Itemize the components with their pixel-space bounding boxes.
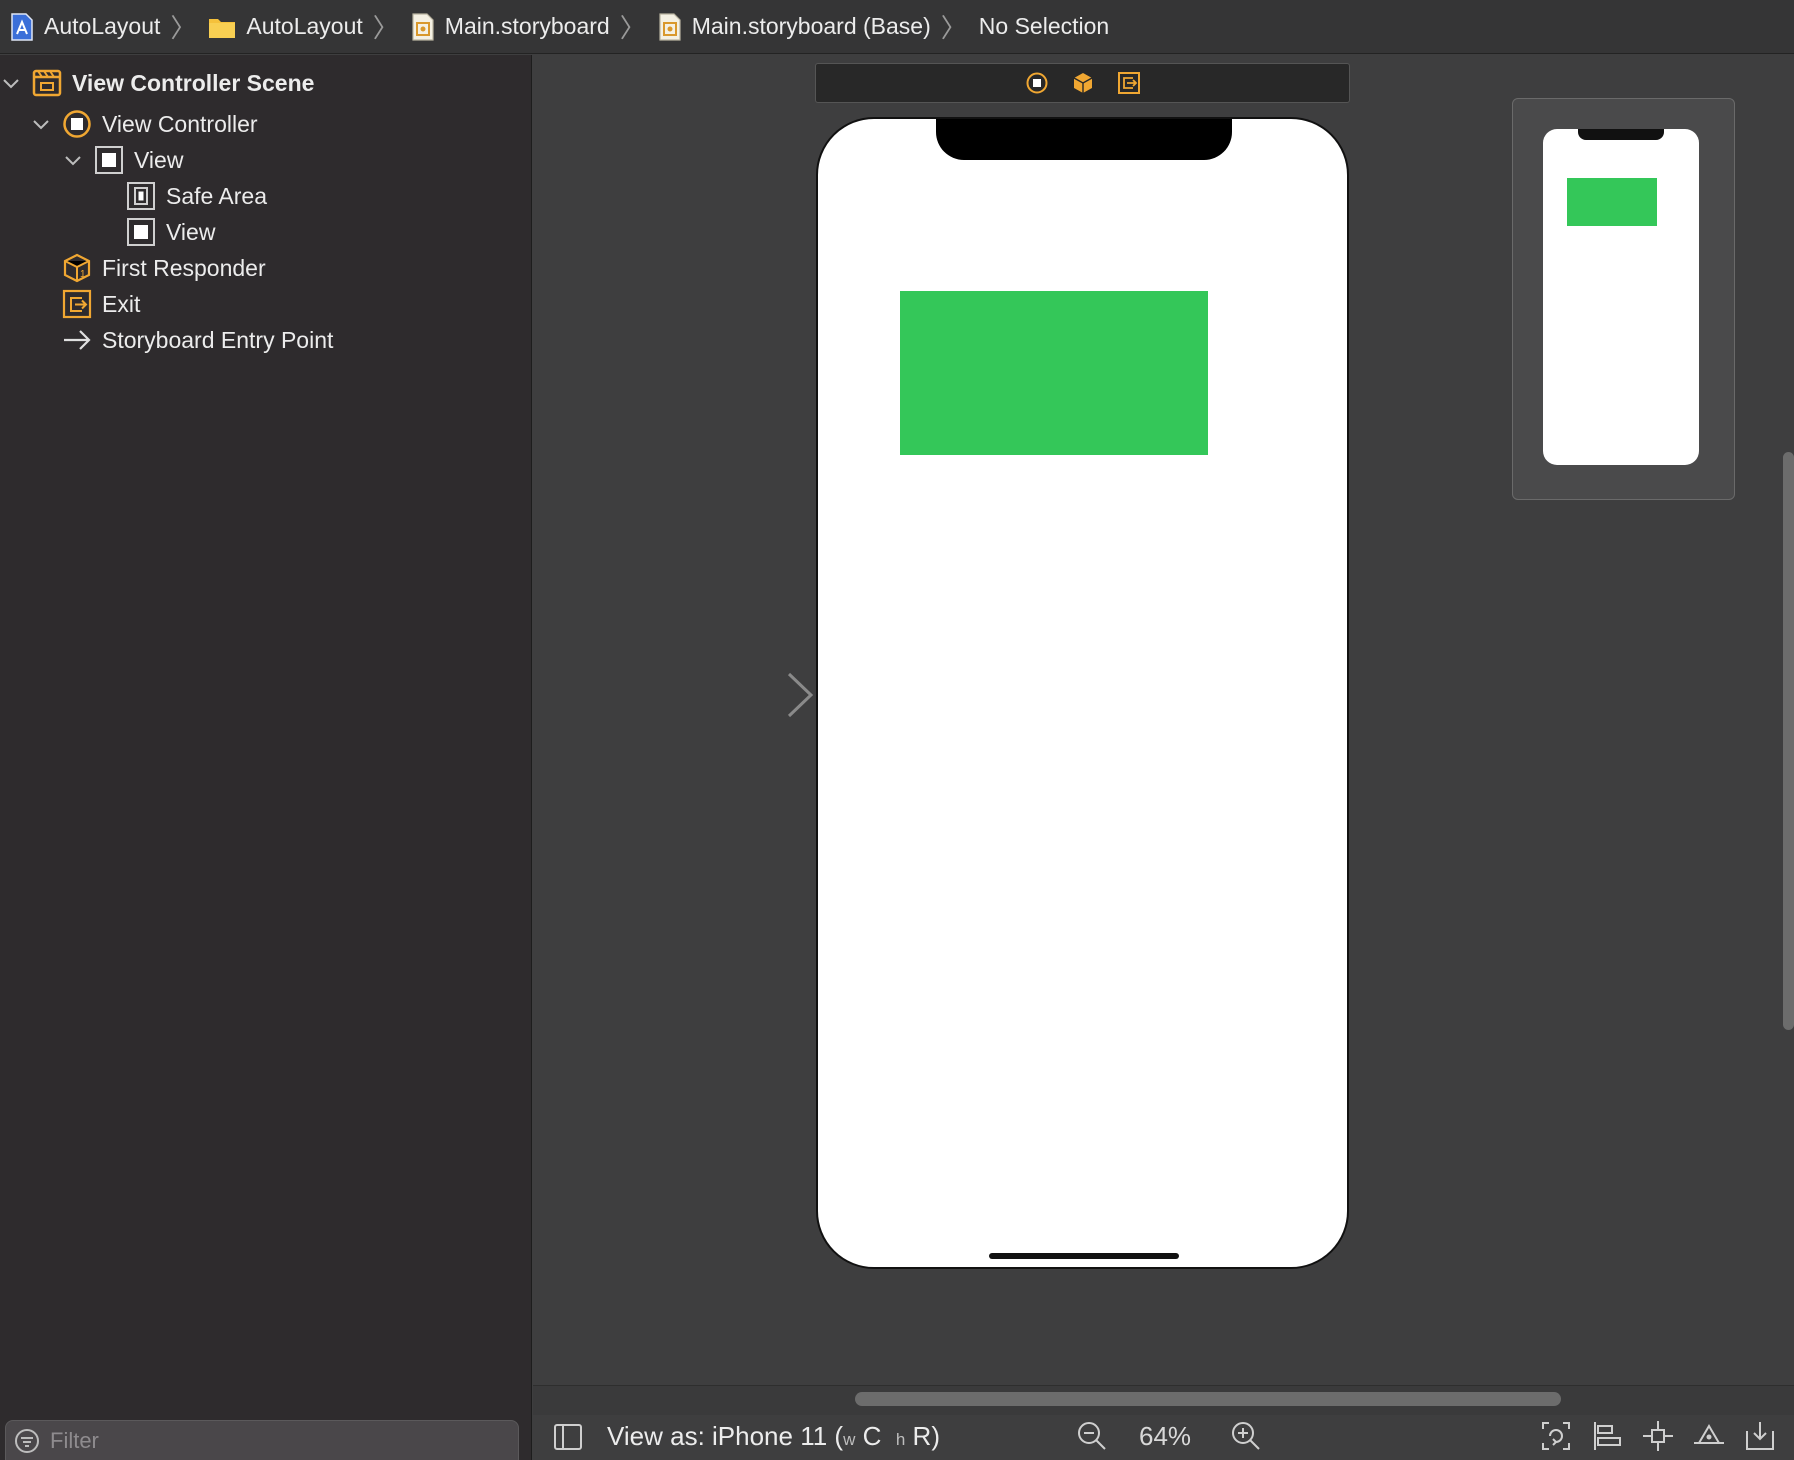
outline-label: Safe Area — [166, 182, 268, 209]
outline-row-scene[interactable]: View Controller Scene — [0, 69, 314, 97]
chevron-down-icon[interactable] — [30, 113, 52, 135]
vertical-scrollbar[interactable] — [1783, 452, 1794, 1030]
outline-row-view[interactable]: View — [62, 145, 183, 175]
breadcrumb-item-storyboard[interactable]: Main.storyboard — [411, 12, 610, 42]
outline-row-entry-point[interactable]: Storyboard Entry Point — [62, 325, 333, 355]
iphone-view-controller-frame[interactable] — [816, 117, 1349, 1269]
canvas-bottom-bar: View as: iPhone 11 (w C h R) 64% — [533, 1415, 1794, 1460]
breadcrumb-item-selection[interactable]: No Selection — [979, 13, 1109, 40]
storyboard-file-icon — [659, 12, 681, 41]
device-notch — [936, 119, 1232, 160]
outline-row-subview[interactable]: View — [126, 217, 215, 247]
filter-icon — [15, 1428, 39, 1453]
outline-row-view-controller[interactable]: View Controller — [30, 109, 258, 139]
outline-label: First Responder — [102, 254, 266, 281]
scene-dock — [815, 63, 1350, 103]
height-class: R — [912, 1421, 932, 1451]
height-class-letter: h — [895, 1430, 906, 1449]
breadcrumb-label: AutoLayout — [44, 13, 161, 39]
minimap-notch — [1578, 129, 1664, 140]
canvas-minimap[interactable] — [1512, 98, 1735, 500]
view-icon — [127, 218, 155, 246]
chevron-right-icon: 〉 — [372, 13, 399, 43]
outline-label: View Controller — [102, 110, 258, 137]
exit-icon — [62, 289, 92, 319]
horizontal-scrollbar[interactable] — [855, 1392, 1561, 1406]
chevron-down-icon[interactable] — [0, 72, 22, 94]
first-responder-icon[interactable] — [1071, 71, 1095, 95]
scene-icon — [32, 69, 62, 97]
document-outline: View Controller Scene View Controller Vi… — [0, 55, 532, 1460]
chevron-right-icon: 〉 — [170, 13, 197, 43]
zoom-level: 64% — [1139, 1421, 1192, 1451]
svg-text:1: 1 — [80, 269, 86, 280]
chevron-down-icon[interactable] — [62, 149, 84, 171]
chevron-right-icon: 〉 — [940, 13, 967, 43]
outline-row-first-responder[interactable]: 1 First Responder — [62, 253, 266, 283]
outline-row-safe-area[interactable]: Safe Area — [126, 181, 267, 211]
breadcrumb-item-storyboard-base[interactable]: Main.storyboard (Base) — [658, 12, 931, 42]
view-as-suffix: ) — [931, 1421, 940, 1451]
zoom-out-icon[interactable] — [1075, 1419, 1109, 1453]
breadcrumb-label: Main.storyboard (Base) — [691, 13, 931, 39]
breadcrumb-label: No Selection — [978, 13, 1110, 39]
view-as-device-button[interactable]: View as: iPhone 11 (w C h R) — [607, 1421, 940, 1452]
storyboard-file-icon — [412, 12, 434, 41]
green-subview[interactable] — [900, 291, 1208, 455]
view-icon — [95, 146, 123, 174]
width-class: C — [862, 1421, 882, 1451]
arrow-right-icon — [64, 330, 91, 350]
breadcrumb-label: Main.storyboard — [444, 13, 610, 39]
view-controller-icon[interactable] — [1025, 71, 1049, 95]
first-responder-icon: 1 — [63, 253, 91, 283]
minimap-phone — [1543, 129, 1699, 465]
home-indicator — [989, 1253, 1179, 1259]
outline-row-exit[interactable]: Exit — [62, 289, 140, 319]
outline-label: Exit — [102, 290, 141, 317]
embed-in-icon[interactable] — [1743, 1419, 1777, 1453]
breadcrumb-item-folder[interactable]: AutoLayout — [208, 13, 363, 40]
outline-label: View — [134, 146, 184, 173]
folder-icon — [209, 18, 236, 38]
jump-bar: AutoLayout 〉 AutoLayout 〉 Main.storyboar… — [0, 0, 1794, 54]
chevron-right-icon: 〉 — [619, 13, 646, 43]
safe-area-icon — [127, 182, 155, 210]
filter-placeholder: Filter — [50, 1427, 99, 1453]
view-controller-icon — [63, 110, 91, 138]
view-as-prefix: View as: iPhone 11 ( — [607, 1421, 844, 1451]
align-icon[interactable] — [1590, 1419, 1624, 1453]
filter-field[interactable]: Filter — [5, 1420, 519, 1460]
resolve-issues-icon[interactable] — [1692, 1419, 1726, 1453]
width-class-letter: w — [843, 1430, 856, 1449]
outline-label: Storyboard Entry Point — [102, 326, 334, 353]
update-frames-icon[interactable] — [1539, 1419, 1573, 1453]
zoom-in-icon[interactable] — [1229, 1419, 1263, 1453]
entry-point-arrow-icon[interactable] — [685, 670, 815, 720]
add-constraints-icon[interactable] — [1641, 1419, 1675, 1453]
outline-label: View — [166, 218, 216, 245]
breadcrumb-item-project[interactable]: AutoLayout — [10, 12, 160, 42]
project-file-icon — [11, 12, 33, 41]
exit-icon[interactable] — [1117, 71, 1141, 95]
breadcrumb-label: AutoLayout — [246, 13, 363, 39]
minimap-green-subview — [1567, 178, 1657, 226]
outline-label: View Controller Scene — [72, 69, 315, 96]
toggle-outline-icon[interactable] — [551, 1419, 585, 1453]
